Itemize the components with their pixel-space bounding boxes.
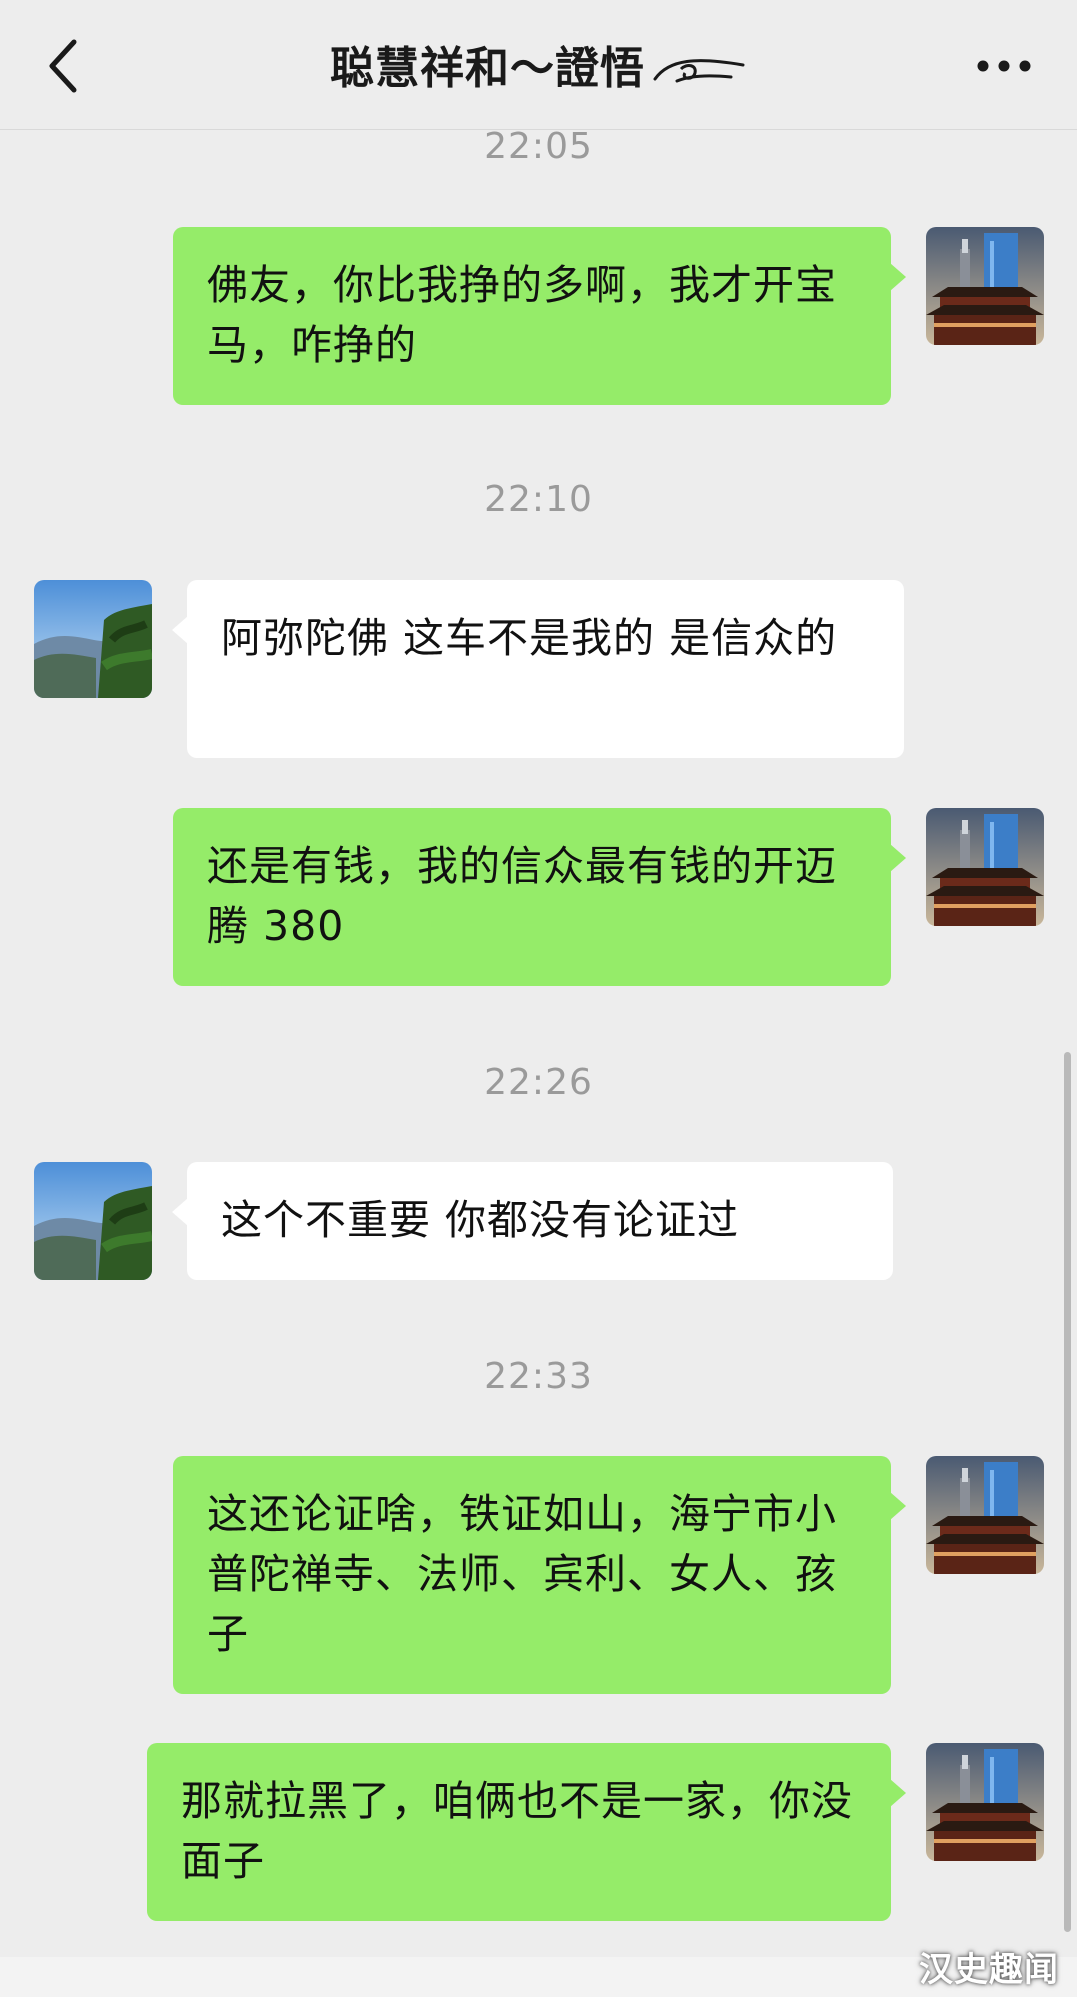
scrollbar[interactable] [1064, 1052, 1071, 1932]
self-avatar[interactable] [926, 1743, 1044, 1861]
bottom-strip [0, 1957, 1077, 1997]
contact-avatar[interactable] [34, 580, 152, 698]
contact-avatar[interactable] [34, 1162, 152, 1280]
message-timestamp: 22:26 [484, 1062, 593, 1103]
message-bubble-received[interactable]: 这个不重要 你都没有论证过 [172, 1162, 893, 1280]
message-timestamp: 22:33 [484, 1356, 593, 1397]
message-bubble-sent[interactable]: 那就拉黑了，咱俩也不是一家，你没面子 [147, 1743, 906, 1921]
chat-title-wrap: 聪慧祥和～證悟 [0, 32, 1077, 96]
message-bubble-sent[interactable]: 佛友，你比我挣的多啊，我才开宝马，咋挣的 [173, 227, 906, 405]
wave-ornament-icon [653, 59, 745, 83]
chat-screen: 聪慧祥和～證悟 22:05 佛友，你比我挣的多啊，我才开宝马，咋挣的 22:10… [0, 0, 1077, 1997]
self-avatar[interactable] [926, 808, 1044, 926]
self-avatar[interactable] [926, 1456, 1044, 1574]
message-bubble-received[interactable]: 阿弥陀佛 这车不是我的 是信众的 [172, 580, 904, 758]
message-timestamp: 22:05 [484, 126, 593, 167]
chat-header: 聪慧祥和～證悟 [0, 0, 1077, 130]
more-button[interactable] [969, 48, 1039, 84]
message-timestamp: 22:10 [484, 479, 593, 520]
self-avatar[interactable] [926, 227, 1044, 345]
message-bubble-sent[interactable]: 这还论证啥，铁证如山，海宁市小普陀禅寺、法师、宾利、女人、孩子 [173, 1456, 906, 1694]
watermark-text: 汉史趣闻 [919, 1950, 1059, 1990]
chat-title: 聪慧祥和～證悟 [330, 43, 645, 94]
message-bubble-sent[interactable]: 还是有钱，我的信众最有钱的开迈腾 380 [173, 808, 906, 986]
more-dots-icon [977, 60, 1031, 72]
